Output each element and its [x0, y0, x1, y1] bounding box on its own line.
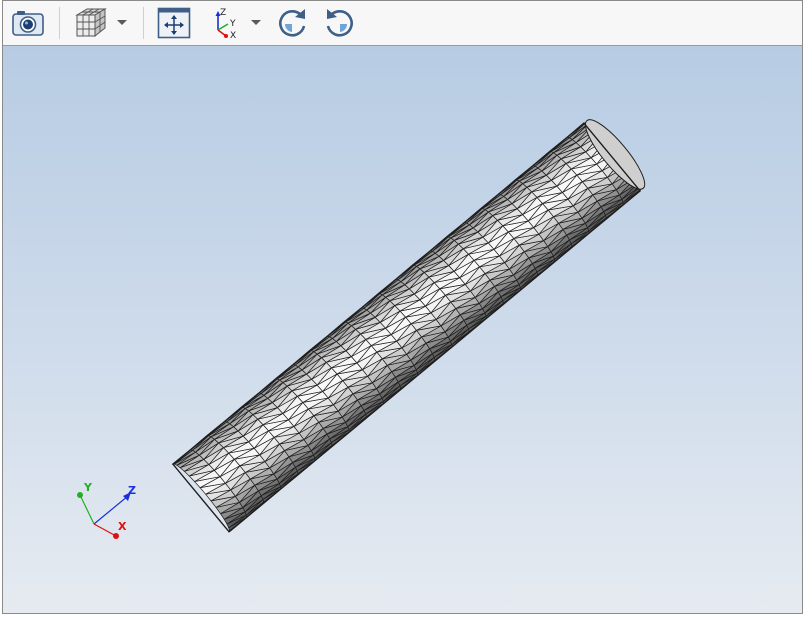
rotate-ccw-icon — [326, 9, 353, 37]
axes-icon-y-label: Y — [229, 19, 236, 29]
viewer-window: Z Y X Y Z X — [2, 0, 803, 614]
toolbar-separator — [143, 7, 144, 39]
rotate-cw-icon — [279, 9, 306, 37]
screenshot-button[interactable] — [9, 6, 47, 40]
toolbar-separator — [59, 7, 60, 39]
3d-scene[interactable]: Y Z X — [3, 46, 802, 613]
triad-z-label: Z — [128, 484, 136, 497]
fit-view-button[interactable] — [155, 6, 193, 40]
triad-y-label: Y — [83, 481, 93, 494]
viewer-toolbar: Z Y X — [3, 1, 802, 46]
display-style-dropdown-arrow[interactable] — [117, 20, 127, 25]
rotate-clockwise-button[interactable] — [273, 6, 311, 40]
axes-icon-x-label: X — [230, 31, 236, 40]
orientation-triad: Y Z X — [77, 481, 136, 539]
cube-icon — [75, 8, 107, 38]
fit-to-window-icon — [157, 7, 191, 39]
view-orientation-dropdown-arrow[interactable] — [251, 20, 261, 25]
axes-orientation-icon: Z Y X — [215, 8, 236, 40]
rotate-counterclockwise-button[interactable] — [321, 6, 359, 40]
3d-viewport[interactable]: Y Z X — [3, 46, 802, 613]
axes-icon-z-label: Z — [220, 8, 226, 18]
triad-x-label: X — [118, 520, 127, 533]
camera-icon — [12, 11, 44, 36]
display-style-button[interactable] — [69, 6, 109, 40]
view-orientation-button[interactable]: Z Y X — [205, 6, 245, 40]
meshed-cylinder-model[interactable] — [171, 113, 653, 533]
